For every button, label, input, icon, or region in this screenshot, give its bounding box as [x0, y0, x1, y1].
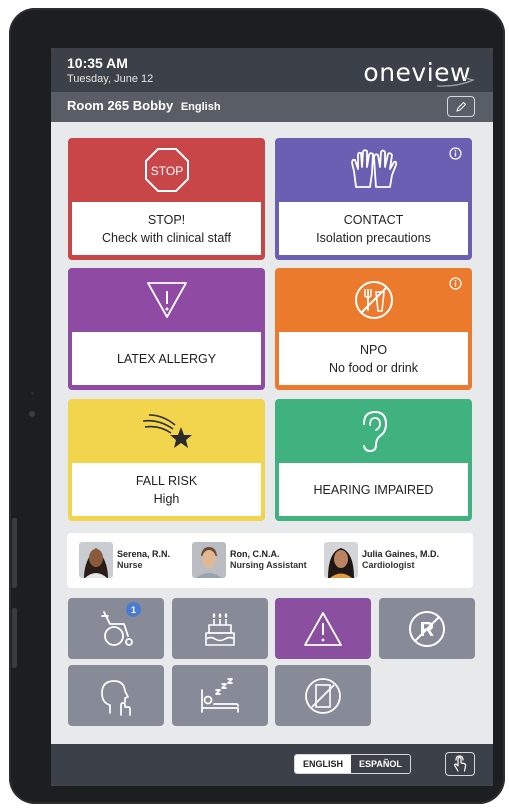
care-team-member[interactable]: Julia Gaines, M.D. Cardiologist — [324, 541, 439, 579]
care-team-member[interactable]: Serena, R.N. Nurse — [79, 541, 170, 579]
falling-star-icon — [142, 414, 192, 448]
staff-name: Julia Gaines, M.D. — [362, 549, 440, 559]
tile-sleep[interactable] — [172, 665, 268, 726]
screen: 10:35 AM Tuesday, June 12 oneview Room 2… — [51, 48, 493, 786]
pencil-icon — [456, 101, 467, 112]
edit-button[interactable] — [447, 96, 475, 117]
warning-triangle-icon — [304, 611, 342, 646]
tile-communication[interactable] — [68, 665, 164, 726]
gloves-icon — [350, 149, 397, 188]
language-toggle: ENGLISH ESPAÑOL — [294, 754, 411, 774]
notification-badge: 1 — [126, 602, 141, 617]
card-title: LATEX ALLERGY — [116, 351, 217, 366]
alert-card-fall-risk[interactable]: FALL RISK High — [68, 399, 265, 521]
tile-door[interactable] — [275, 665, 371, 726]
tile-restraints[interactable]: R — [379, 598, 475, 659]
clock-date: Tuesday, June 12 — [67, 73, 154, 85]
ear-icon — [362, 410, 387, 453]
tile-birthday[interactable] — [172, 598, 268, 659]
room-bar: Room 265 Bobby English — [51, 92, 493, 122]
card-title: STOP! — [147, 212, 186, 227]
volume-button — [12, 518, 17, 588]
staff-name: Serena, R.N. — [117, 549, 171, 559]
card-icon-area — [275, 138, 472, 202]
alert-card-npo[interactable]: NPO No food or drink — [275, 268, 472, 390]
card-label: CONTACT Isolation precautions — [279, 202, 468, 255]
staff-info: Serena, R.N. Nurse — [117, 549, 170, 571]
sleeping-bed-icon — [201, 677, 239, 713]
card-label: HEARING IMPAIRED — [279, 463, 468, 516]
card-label: STOP! Check with clinical staff — [72, 202, 261, 255]
tile-alert[interactable] — [275, 598, 371, 659]
room-info: Room 265 Bobby English — [67, 98, 221, 113]
care-team-member[interactable]: Ron, C.N.A. Nursing Assistant — [192, 541, 307, 579]
info-icon[interactable] — [449, 147, 462, 160]
staff-name: Ron, C.N.A. — [230, 549, 280, 559]
alert-card-stop[interactable]: STOP STOP! Check with clinical staff — [68, 138, 265, 260]
no-food-icon — [354, 281, 393, 319]
staff-info: Ron, C.N.A. Nursing Assistant — [230, 549, 307, 571]
card-label: FALL RISK High — [72, 463, 261, 516]
card-icon-area — [68, 268, 265, 332]
card-subtitle: No food or drink — [329, 360, 418, 375]
speech-head-icon — [101, 679, 131, 716]
patient-language: English — [180, 101, 221, 113]
card-title: HEARING IMPAIRED — [313, 482, 434, 497]
card-label: LATEX ALLERGY — [72, 332, 261, 385]
lang-english-button[interactable]: ENGLISH — [295, 755, 352, 773]
staff-role: Nursing Assistant — [230, 560, 307, 570]
care-team-bar: Serena, R.N. Nurse Ron, C.N.A. Nursing A… — [67, 533, 473, 588]
patient-name: Bobby — [132, 98, 174, 113]
card-icon-area — [275, 399, 472, 463]
sensor-dot — [31, 392, 34, 395]
no-restraints-icon: R — [409, 610, 445, 647]
staff-role: Cardiologist — [362, 560, 415, 570]
card-subtitle: High — [153, 491, 180, 506]
power-button — [12, 608, 17, 668]
card-label: NPO No food or drink — [279, 332, 468, 385]
card-title: FALL RISK — [135, 473, 198, 488]
staff-info: Julia Gaines, M.D. Cardiologist — [362, 549, 439, 571]
avatar — [192, 542, 226, 578]
hand-tap-icon — [454, 755, 467, 772]
avatar — [79, 542, 113, 578]
footer-bar: ENGLISH ESPAÑOL — [51, 744, 493, 786]
stop-sign-icon: STOP — [144, 148, 189, 192]
warning-triangle-icon — [146, 282, 187, 318]
lang-spanish-button[interactable]: ESPAÑOL — [351, 755, 410, 773]
clock-time: 10:35 AM — [67, 55, 128, 71]
tablet-frame: 10:35 AM Tuesday, June 12 oneview Room 2… — [9, 8, 505, 804]
card-subtitle: Isolation precautions — [316, 230, 431, 245]
logo-swoosh-icon — [436, 77, 475, 87]
info-icon[interactable] — [449, 277, 462, 290]
alert-card-latex-allergy[interactable]: LATEX ALLERGY — [68, 268, 265, 390]
card-subtitle: Check with clinical staff — [102, 230, 231, 245]
card-icon-area: STOP — [68, 138, 265, 202]
header-bar: 10:35 AM Tuesday, June 12 oneview — [51, 48, 493, 92]
card-icon-area — [68, 399, 265, 463]
alert-card-contact[interactable]: CONTACT Isolation precautions — [275, 138, 472, 260]
card-icon-area — [275, 268, 472, 332]
card-title: NPO — [359, 342, 388, 357]
no-door-icon — [305, 677, 341, 714]
svg-text:STOP: STOP — [150, 164, 182, 178]
tile-mobility[interactable]: 1 — [68, 598, 164, 659]
help-button[interactable] — [445, 752, 475, 776]
room-number: Room 265 — [67, 98, 130, 113]
card-title: CONTACT — [343, 212, 404, 227]
camera-dot — [29, 411, 35, 417]
avatar — [324, 542, 358, 578]
staff-role: Nurse — [117, 560, 143, 570]
birthday-cake-icon — [205, 612, 235, 646]
alert-card-hearing-impaired[interactable]: HEARING IMPAIRED — [275, 399, 472, 521]
